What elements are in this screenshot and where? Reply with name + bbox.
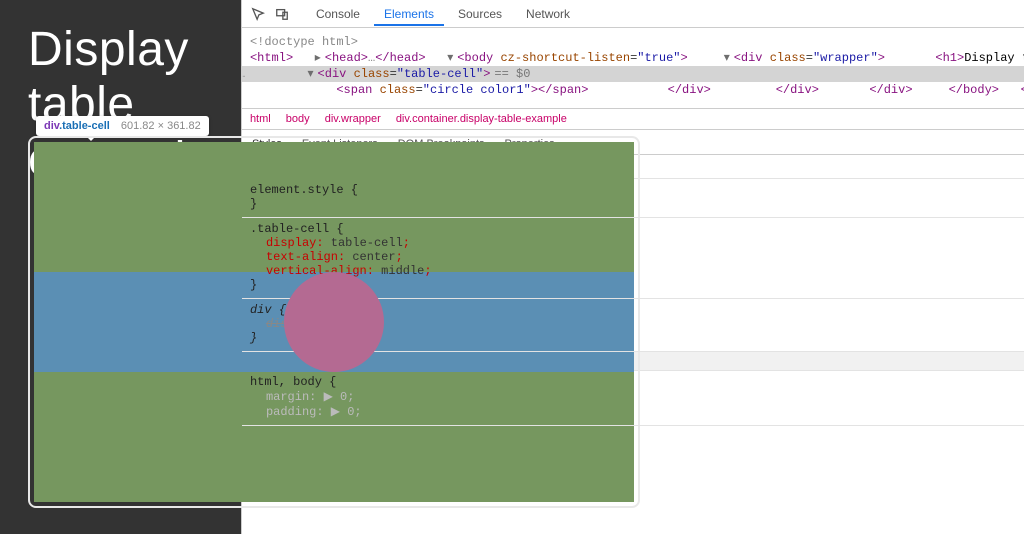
circle-color1	[284, 272, 384, 372]
crumb-body[interactable]: body	[286, 113, 310, 125]
tab-elements[interactable]: Elements	[374, 1, 444, 26]
tab-network[interactable]: Network	[516, 1, 580, 26]
devtools-toolbar: Console Elements Sources Network	[242, 0, 1024, 28]
tooltip-tag: div	[44, 120, 59, 132]
tab-console[interactable]: Console	[306, 1, 370, 26]
rule-html-body[interactable]: styles.css:2 html, body { margin: ▶ 0; p…	[242, 371, 1024, 426]
element-inspect-tooltip: div.table-cell 601.82 × 361.82	[36, 116, 209, 136]
dom-body[interactable]: body	[464, 51, 493, 65]
dom-breadcrumb: html body div.wrapper div.container.disp…	[242, 108, 1024, 129]
rule-element-style[interactable]: element.style { }	[242, 179, 1024, 218]
dom-html-open[interactable]: <html>	[250, 51, 293, 65]
dom-selected-row[interactable]: ▾<div class="table-cell">== $0	[242, 66, 1024, 82]
crumb-html[interactable]: html	[250, 113, 271, 125]
dom-doctype[interactable]: <!doctype html>	[250, 35, 358, 49]
page-viewport: Display table example div.table-cell 601…	[0, 0, 241, 534]
dom-h1-text[interactable]: Display table example	[964, 51, 1024, 65]
crumb-container[interactable]: div.container.display-table-example	[396, 113, 567, 125]
tooltip-class: .table-cell	[59, 120, 110, 132]
device-toggle-icon[interactable]	[272, 4, 292, 24]
dom-tree[interactable]: <!doctype html> <html> ▸<head>…</head> ▾…	[242, 28, 1024, 108]
tooltip-dims: 601.82 × 361.82	[121, 120, 201, 132]
tab-sources[interactable]: Sources	[448, 1, 512, 26]
crumb-wrapper[interactable]: div.wrapper	[325, 113, 381, 125]
inspect-element-icon[interactable]	[248, 4, 268, 24]
